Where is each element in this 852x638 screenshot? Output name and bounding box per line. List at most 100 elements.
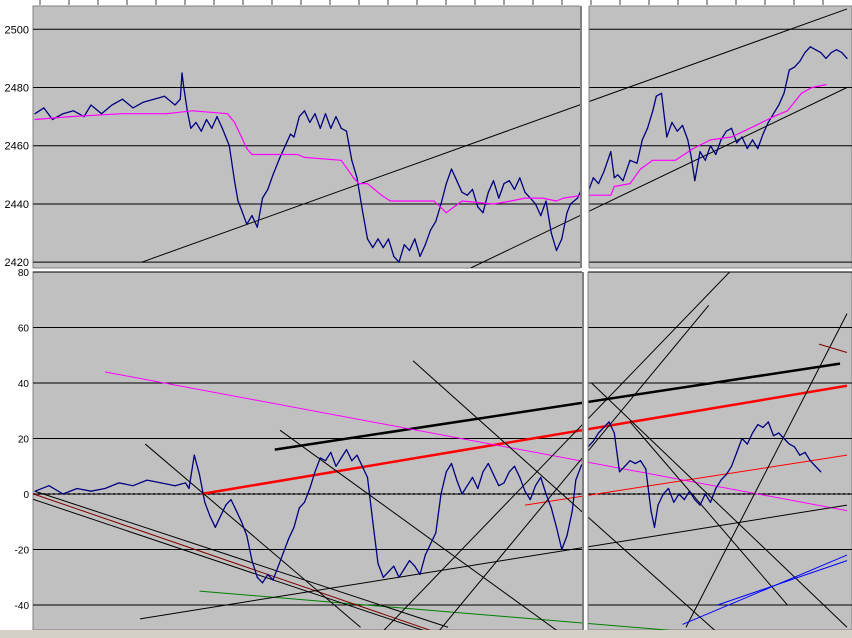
- bottom-point-deviation: [146, 479, 148, 481]
- top-point-average: [610, 194, 612, 196]
- top-point-price: [111, 104, 113, 106]
- bottom-point-deviation: [132, 485, 134, 487]
- top-point-price: [757, 148, 759, 150]
- top-point-average: [34, 118, 36, 121]
- top-point-average: [303, 156, 306, 158]
- top-point-price: [345, 130, 348, 132]
- bottom-scrollbar[interactable]: [0, 630, 852, 638]
- bottom-point-deviation: [608, 421, 610, 423]
- top-point-average: [800, 92, 803, 94]
- bottom-y-tick-label: -40: [15, 601, 30, 612]
- top-point-price: [233, 180, 236, 182]
- top-point-price: [356, 177, 358, 179]
- bottom-point-deviation: [435, 532, 437, 534]
- bottom-point-deviation: [751, 432, 754, 434]
- top-point-average: [121, 113, 124, 115]
- bottom-point-deviation: [450, 462, 453, 465]
- top-point-price: [566, 212, 568, 214]
- top-point-average: [772, 116, 775, 118]
- bottom-point-deviation: [592, 440, 594, 442]
- top-point-price: [809, 46, 811, 48]
- top-point-price: [228, 145, 230, 147]
- top-point-price: [629, 159, 631, 161]
- bottom-point-deviation: [466, 485, 468, 487]
- top-point-price: [190, 127, 192, 129]
- top-point-price: [715, 153, 717, 156]
- bottom-point-deviation: [603, 426, 605, 429]
- bottom-point-deviation: [104, 487, 106, 490]
- top-point-price: [298, 116, 300, 118]
- top-point-price: [576, 197, 579, 199]
- top-point-price: [461, 191, 463, 193]
- top-point-price: [676, 130, 678, 132]
- top-point-price: [90, 104, 92, 106]
- bottom-point-deviation: [361, 465, 363, 467]
- bottom-point-deviation: [293, 526, 295, 528]
- top-point-price: [237, 200, 239, 202]
- top-point-price: [279, 156, 281, 158]
- bottom-point-deviation: [634, 462, 636, 465]
- bottom-point-deviation: [461, 493, 463, 495]
- bottom-point-deviation: [566, 535, 568, 537]
- bottom-point-deviation: [225, 504, 227, 506]
- top-point-price: [751, 139, 754, 141]
- top-point-price: [183, 86, 185, 89]
- bottom-point-deviation: [618, 471, 621, 473]
- bottom-point-deviation: [653, 526, 656, 528]
- top-point-price: [163, 95, 166, 97]
- top-point-average: [709, 139, 712, 141]
- top-point-average: [389, 200, 391, 202]
- top-point-price: [424, 244, 426, 246]
- top-point-average: [358, 182, 360, 185]
- bottom-point-deviation: [193, 454, 195, 456]
- top-point-price: [393, 255, 395, 257]
- bottom-point-deviation: [772, 435, 775, 437]
- top-point-average: [191, 110, 194, 112]
- bottom-point-deviation: [345, 449, 348, 451]
- top-point-price: [256, 226, 258, 228]
- top-point-price: [377, 238, 379, 240]
- top-point-price: [545, 200, 547, 202]
- bottom-y-tick-label: 80: [18, 268, 30, 279]
- bottom-point-deviation: [571, 510, 573, 512]
- top-point-price: [767, 121, 769, 124]
- bottom-point-deviation: [513, 465, 516, 467]
- top-point-price: [435, 220, 437, 223]
- bottom-point-deviation: [762, 426, 764, 429]
- top-point-price: [142, 101, 145, 103]
- bottom-point-deviation: [534, 485, 537, 487]
- bottom-point-deviation: [256, 576, 258, 578]
- top-point-average: [69, 116, 71, 118]
- top-point-price: [741, 136, 743, 138]
- bottom-point-deviation: [814, 465, 817, 467]
- bottom-point-deviation: [403, 568, 405, 570]
- top-point-price: [704, 159, 706, 161]
- top-point-price: [43, 107, 45, 109]
- top-point-price: [592, 177, 594, 179]
- bottom-point-deviation: [482, 471, 484, 473]
- top-point-price: [216, 116, 218, 118]
- top-point-price: [508, 180, 510, 182]
- bottom-point-deviation: [440, 493, 442, 495]
- top-point-price: [398, 261, 400, 263]
- bottom-point-deviation: [487, 462, 489, 465]
- top-point-average: [226, 113, 229, 115]
- top-point-price: [655, 95, 657, 97]
- bottom-y-tick-label: 0: [23, 490, 29, 501]
- top-point-price: [414, 238, 416, 240]
- top-point-price: [681, 124, 684, 126]
- bottom-point-deviation: [261, 582, 264, 584]
- top-point-price: [690, 156, 692, 158]
- top-point-average: [510, 200, 512, 202]
- top-point-average: [524, 197, 526, 199]
- bottom-point-deviation: [377, 562, 379, 564]
- top-point-price: [778, 104, 780, 106]
- top-point-price: [666, 136, 668, 138]
- top-point-price: [309, 121, 311, 124]
- top-point-price: [477, 206, 479, 208]
- bottom-point-deviation: [335, 465, 337, 467]
- bottom-point-deviation: [76, 487, 78, 490]
- bottom-point-deviation: [204, 501, 206, 503]
- bottom-point-deviation: [709, 501, 712, 503]
- bottom-point-deviation: [160, 482, 162, 484]
